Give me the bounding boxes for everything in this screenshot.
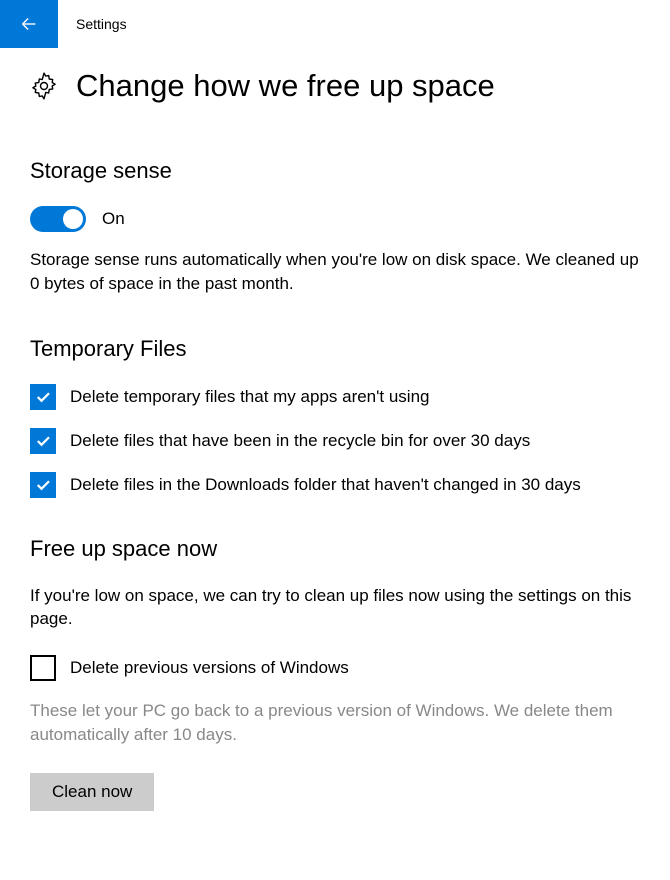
content: Change how we free up space Storage sens… [0, 48, 670, 811]
checkbox-label: Delete files in the Downloads folder tha… [70, 472, 581, 497]
temp-files-item-0: Delete temporary files that my apps aren… [30, 384, 640, 410]
temporary-files-heading: Temporary Files [30, 336, 640, 362]
storage-sense-toggle-label: On [102, 209, 125, 229]
free-up-heading: Free up space now [30, 536, 640, 562]
delete-previous-row: Delete previous versions of Windows [30, 655, 640, 681]
checkbox-delete-previous-windows[interactable] [30, 655, 56, 681]
delete-previous-help: These let your PC go back to a previous … [30, 699, 640, 747]
storage-sense-toggle[interactable] [30, 206, 86, 232]
checkbox-label: Delete temporary files that my apps aren… [70, 384, 429, 409]
checkmark-icon [34, 388, 52, 406]
checkmark-icon [34, 432, 52, 450]
checkbox-recycle-bin[interactable] [30, 428, 56, 454]
header-bar: Settings [0, 0, 670, 48]
storage-sense-description: Storage sense runs automatically when yo… [30, 248, 640, 296]
temp-files-item-2: Delete files in the Downloads folder tha… [30, 472, 640, 498]
clean-now-button[interactable]: Clean now [30, 773, 154, 811]
header-title: Settings [76, 16, 127, 32]
checkbox-label: Delete files that have been in the recyc… [70, 428, 530, 453]
arrow-left-icon [18, 13, 40, 35]
storage-sense-toggle-row: On [30, 206, 640, 232]
temp-files-item-1: Delete files that have been in the recyc… [30, 428, 640, 454]
checkbox-label: Delete previous versions of Windows [70, 655, 349, 680]
toggle-knob [63, 209, 83, 229]
gear-icon [30, 72, 58, 100]
checkbox-temp-apps[interactable] [30, 384, 56, 410]
title-row: Change how we free up space [30, 68, 640, 104]
storage-sense-heading: Storage sense [30, 158, 640, 184]
checkmark-icon [34, 476, 52, 494]
back-button[interactable] [0, 0, 58, 48]
checkbox-downloads[interactable] [30, 472, 56, 498]
page-title: Change how we free up space [76, 68, 495, 104]
free-up-intro: If you're low on space, we can try to cl… [30, 584, 640, 632]
